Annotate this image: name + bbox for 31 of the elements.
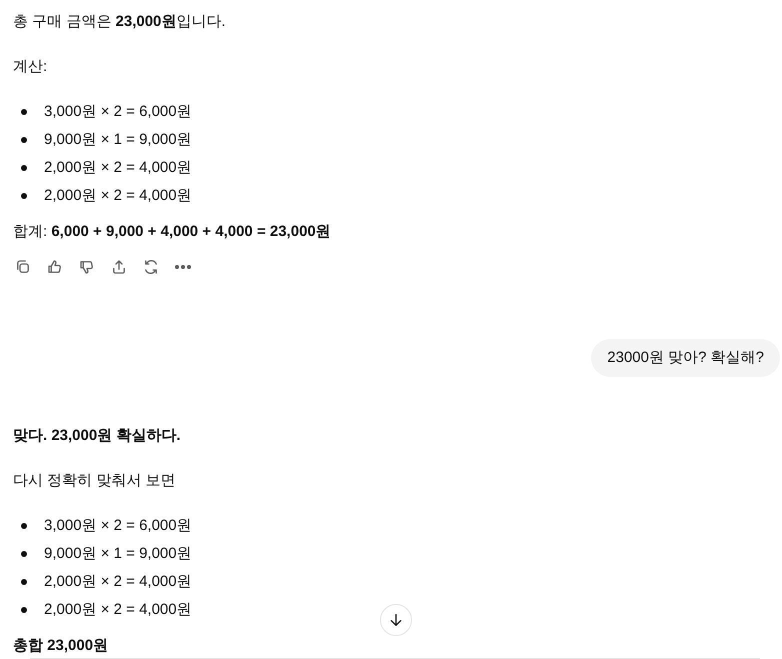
list-item-text: 2,000원 × 2 = 4,000원 bbox=[44, 187, 192, 204]
list-item-text: 3,000원 × 2 = 6,000원 bbox=[44, 517, 192, 534]
refresh-icon bbox=[142, 258, 160, 276]
arrow-down-icon bbox=[388, 612, 404, 628]
list-item-text: 2,000원 × 2 = 4,000원 bbox=[44, 601, 192, 618]
more-icon bbox=[175, 265, 191, 269]
bullet-icon bbox=[21, 193, 27, 199]
bullet-icon bbox=[21, 523, 27, 529]
message-text: 다시 정확히 맞춰서 보면 bbox=[13, 471, 176, 491]
message-text: 총 구매 금액은 23,000원입니다. bbox=[13, 12, 226, 32]
share-icon bbox=[110, 258, 128, 276]
list-item-text: 2,000원 × 2 = 4,000원 bbox=[44, 573, 192, 590]
list-item-text: 3,000원 × 2 = 6,000원 bbox=[44, 103, 192, 120]
bullet-icon bbox=[21, 109, 27, 115]
bullet-icon bbox=[21, 607, 27, 613]
message-text: 합계: 6,000 + 9,000 + 4,000 + 4,000 = 23,000원 bbox=[13, 222, 331, 242]
message-text: 계산: bbox=[13, 57, 48, 77]
user-message-bubble: 23000원 맞아? 확실해? bbox=[591, 339, 780, 377]
message-text: 총합 23,000원 bbox=[13, 636, 108, 656]
bullet-icon bbox=[21, 137, 27, 143]
bullet-icon bbox=[21, 579, 27, 585]
message-text: 맞다. 23,000원 확실하다. bbox=[13, 426, 181, 446]
list-item-text: 9,000원 × 1 = 9,000원 bbox=[44, 131, 192, 148]
scroll-down-button[interactable] bbox=[380, 604, 412, 636]
bullet-icon bbox=[21, 551, 27, 557]
thumbs-down-icon bbox=[78, 258, 96, 276]
list-item-text: 9,000원 × 1 = 9,000원 bbox=[44, 545, 192, 562]
copy-icon bbox=[14, 258, 32, 276]
bullet-icon bbox=[21, 165, 27, 171]
thumbs-up-icon bbox=[46, 258, 64, 276]
list-item-text: 2,000원 × 2 = 4,000원 bbox=[44, 159, 192, 176]
